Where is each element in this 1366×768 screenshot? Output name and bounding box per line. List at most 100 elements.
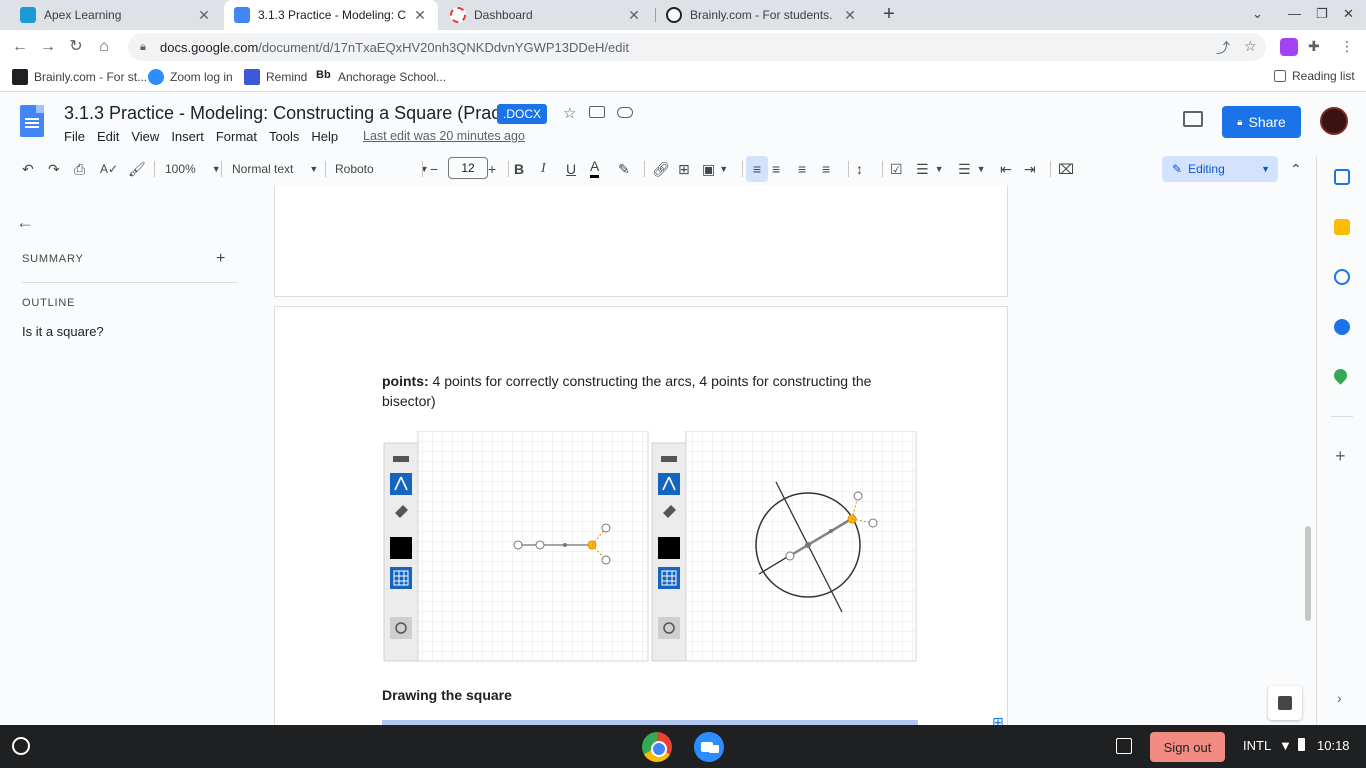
text-color-icon[interactable]: A	[590, 156, 600, 178]
add-ons-icon[interactable]: +	[1335, 446, 1346, 467]
menu-tools[interactable]: Tools	[269, 129, 299, 144]
last-edit-link[interactable]: Last edit was 20 minutes ago	[363, 129, 525, 143]
tasks-icon[interactable]	[1334, 269, 1350, 285]
extension-icon[interactable]	[1280, 38, 1298, 56]
docs-logo-icon[interactable]	[20, 105, 44, 137]
close-icon[interactable]: ✕	[842, 7, 858, 24]
increase-indent-icon[interactable]: ⇥	[1024, 156, 1036, 182]
page[interactable]	[274, 186, 1008, 297]
justify-icon[interactable]: ≡	[822, 156, 830, 182]
menu-help[interactable]: Help	[311, 129, 338, 144]
tab-google-docs[interactable]: 3.1.3 Practice - Modeling: Const ✕	[224, 0, 438, 30]
tab-apex-learning[interactable]: Apex Learning ✕	[10, 0, 222, 30]
reading-list[interactable]: Reading list	[1274, 69, 1355, 83]
back-icon[interactable]: ←	[10, 37, 30, 57]
redo-icon[interactable]: ↷	[48, 156, 60, 182]
editing-mode-select[interactable]: ✎ Editing ▼	[1162, 156, 1278, 182]
star-icon[interactable]: ☆	[563, 104, 576, 122]
style-select[interactable]: Normal text ▼	[232, 156, 318, 182]
explore-icon[interactable]	[1268, 686, 1302, 720]
calendar-icon[interactable]	[1334, 169, 1350, 185]
clipboard-icon[interactable]	[1116, 738, 1132, 754]
menu-file[interactable]: File	[64, 129, 85, 144]
link-icon[interactable]: 🔗︎	[652, 156, 670, 182]
bookmark-zoom[interactable]: Zoom log in	[148, 69, 233, 85]
points-paragraph[interactable]: points: 4 points for correctly construct…	[382, 371, 912, 411]
comments-icon[interactable]	[1183, 111, 1203, 127]
tab-dashboard[interactable]: Dashboard ✕	[440, 0, 652, 30]
menu-format[interactable]: Format	[216, 129, 257, 144]
new-tab-button[interactable]: +	[878, 4, 900, 26]
menu-insert[interactable]: Insert	[171, 129, 204, 144]
battery-icon[interactable]	[1298, 738, 1305, 751]
reload-icon[interactable]: ↻	[66, 37, 86, 57]
minimize-icon[interactable]: —	[1288, 6, 1301, 21]
ime-indicator[interactable]: INTL	[1243, 738, 1271, 753]
tab-search-icon[interactable]: ⌄	[1252, 6, 1263, 22]
undo-icon[interactable]: ↶	[22, 156, 34, 182]
contacts-icon[interactable]	[1334, 319, 1350, 335]
launcher-icon[interactable]	[12, 737, 30, 755]
keep-icon[interactable]	[1334, 219, 1350, 235]
chrome-app-icon[interactable]	[642, 732, 672, 762]
zoom-select[interactable]: 100% ▼	[165, 156, 221, 182]
share-page-icon[interactable]: ⤴	[1216, 38, 1230, 58]
close-icon[interactable]: ✕	[412, 7, 428, 24]
bookmark-anchorage[interactable]: Bb Anchorage School...	[316, 69, 446, 85]
cloud-status-icon[interactable]	[617, 107, 633, 118]
numbered-list-icon[interactable]: ☰ ▼	[958, 156, 985, 182]
maximize-icon[interactable]: ❐	[1316, 6, 1328, 22]
bookmark-star-icon[interactable]: ☆	[1244, 38, 1257, 55]
avatar[interactable]	[1320, 107, 1348, 135]
share-button[interactable]: 🔒︎ Share	[1222, 106, 1301, 138]
move-folder-icon[interactable]	[589, 106, 605, 118]
bookmark-brainly[interactable]: Brainly.com - For st...	[12, 69, 147, 85]
clear-formatting-icon[interactable]: ⌧	[1058, 156, 1074, 182]
construction-image[interactable]	[382, 431, 918, 663]
align-right-icon[interactable]: ≡	[798, 156, 806, 182]
close-outline-icon[interactable]: ←	[16, 212, 34, 233]
hide-menus-icon[interactable]: ⌃	[1290, 156, 1302, 182]
document-title[interactable]: 3.1.3 Practice - Modeling: Constructing …	[64, 103, 534, 124]
outline-item[interactable]: Is it a square?	[22, 324, 104, 339]
menu-view[interactable]: View	[131, 129, 159, 144]
menu-edit[interactable]: Edit	[97, 129, 119, 144]
forward-icon[interactable]: →	[38, 37, 58, 57]
close-window-icon[interactable]: ✕	[1343, 6, 1354, 22]
clock[interactable]: 10:18	[1317, 738, 1350, 753]
underline-icon[interactable]: U	[566, 156, 576, 182]
checklist-icon[interactable]: ☑	[890, 156, 903, 182]
add-summary-icon[interactable]: +	[216, 250, 225, 268]
bookmark-remind[interactable]: Remind	[244, 69, 307, 85]
decrease-indent-icon[interactable]: ⇤	[1000, 156, 1012, 182]
spellcheck-icon[interactable]: A✓	[100, 156, 118, 182]
chevron-right-icon[interactable]: ›	[1337, 690, 1342, 706]
home-icon[interactable]: ⌂	[94, 37, 114, 57]
extensions-puzzle-icon[interactable]: ✚	[1308, 38, 1320, 55]
font-select[interactable]: Roboto ▼	[335, 156, 429, 182]
bold-icon[interactable]: B	[514, 156, 524, 182]
scrollbar[interactable]	[1305, 526, 1311, 621]
zoom-app-icon[interactable]	[694, 732, 724, 762]
print-icon[interactable]: ⎙	[74, 156, 85, 182]
wifi-icon[interactable]: ▼	[1279, 738, 1292, 753]
align-left-icon[interactable]: ≡	[746, 156, 768, 182]
maps-icon[interactable]	[1331, 366, 1350, 385]
paint-format-icon[interactable]: 🖌︎	[128, 156, 146, 182]
line-spacing-icon[interactable]: ↕	[856, 156, 863, 182]
decrease-font-size-icon[interactable]: −	[430, 156, 438, 182]
add-comment-float-icon[interactable]: ⊞	[992, 714, 1010, 725]
chrome-menu-icon[interactable]: ⋮	[1340, 38, 1354, 55]
section-heading[interactable]: Drawing the square	[382, 687, 512, 703]
close-icon[interactable]: ✕	[196, 7, 212, 24]
insert-image-icon[interactable]: ▣ ▼	[702, 156, 728, 182]
align-center-icon[interactable]: ≡	[772, 156, 780, 182]
font-size-input[interactable]: 12	[448, 157, 488, 179]
italic-icon[interactable]: I	[541, 156, 546, 182]
url-field[interactable]: 🔒︎ docs.google.com/document/d/17nTxaEQxH…	[128, 33, 1266, 61]
add-comment-icon[interactable]: ⊞	[678, 156, 690, 182]
tab-brainly[interactable]: Brainly.com - For students. By st ✕	[656, 0, 868, 30]
highlight-icon[interactable]: ✎	[618, 156, 630, 182]
bulleted-list-icon[interactable]: ☰ ▼	[916, 156, 943, 182]
page[interactable]: points: 4 points for correctly construct…	[274, 306, 1008, 725]
